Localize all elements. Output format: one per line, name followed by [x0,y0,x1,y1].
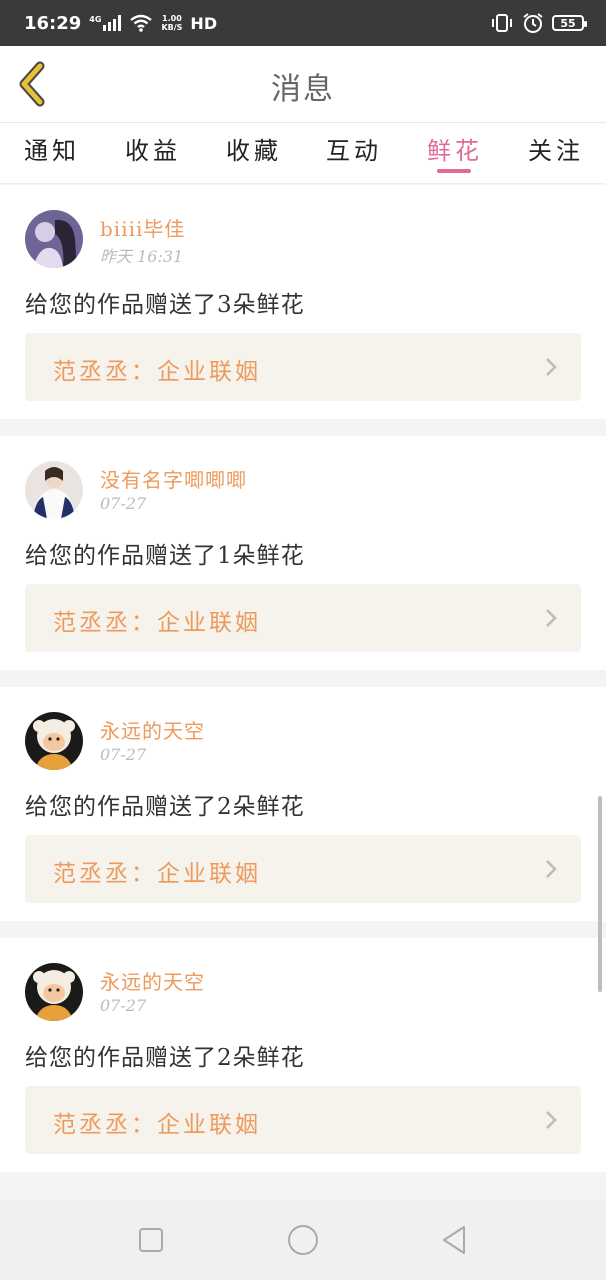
tab-interactions[interactable]: 互动 [326,131,382,166]
message-card: 永远的天空 07-27 给您的作品赠送了2朵鲜花 范丞丞：企业联姻 [0,687,606,921]
tab-favorites[interactable]: 收藏 [226,131,282,166]
tab-flowers[interactable]: 鲜花 [427,131,483,166]
work-title: 范丞丞：企业联姻 [53,359,261,385]
work-link[interactable]: 范丞丞：企业联姻 [25,1086,581,1154]
wifi-icon [130,14,153,32]
message-time: 07-27 [100,494,147,513]
user-name[interactable]: biiii毕佳 [100,213,185,242]
work-title: 范丞丞：企业联姻 [53,1112,261,1138]
scrollbar[interactable] [598,796,602,992]
chevron-right-icon [546,609,557,627]
tab-notifications[interactable]: 通知 [24,131,80,166]
avatar[interactable] [25,963,83,1021]
status-right: 55 [490,12,587,34]
work-link[interactable]: 范丞丞：企业联姻 [25,835,581,903]
avatar-girl-jacket-icon [25,461,83,519]
battery-icon: 55 [552,15,587,31]
avatar[interactable] [25,461,83,519]
clock: 16:29 [24,12,82,34]
avatar-cartoon-sheep-icon [25,712,83,770]
alarm-icon [523,13,543,33]
app-header: 消息 [0,46,606,123]
speed-value: 1.00 [162,14,182,23]
work-link[interactable]: 范丞丞：企业联姻 [25,333,581,401]
chevron-right-icon [546,860,557,878]
message-time: 07-27 [100,745,147,764]
work-link[interactable]: 范丞丞：企业联姻 [25,584,581,652]
avatar-cartoon-sheep-icon [25,963,83,1021]
work-title: 范丞丞：企业联姻 [53,861,261,887]
tab-earnings[interactable]: 收益 [125,131,181,166]
avatar[interactable] [25,210,83,268]
network-speed: 1.00 KB/S [161,14,182,32]
message-card: 永远的天空 07-27 给您的作品赠送了2朵鲜花 范丞丞：企业联姻 [0,938,606,1172]
status-left: 16:29 4G 1.00 KB/S HD [24,13,217,34]
message-text: 给您的作品赠送了2朵鲜花 [25,794,305,820]
status-bar: 16:29 4G 1.00 KB/S HD 55 [0,0,606,46]
message-text: 给您的作品赠送了3朵鲜花 [25,292,305,318]
tab-bar: 通知 收益 收藏 互动 鲜花 关注 [0,123,606,184]
vibrate-icon [492,14,512,32]
back-nav-icon[interactable] [436,1221,474,1259]
work-title: 范丞丞：企业联姻 [53,610,261,636]
message-card: 没有名字唧唧唧 07-27 给您的作品赠送了1朵鲜花 范丞丞：企业联姻 [0,436,606,670]
chevron-right-icon [546,1111,557,1129]
home-icon[interactable] [284,1221,322,1259]
network-type: 4G [89,15,102,24]
user-name[interactable]: 永远的天空 [100,715,205,744]
user-name[interactable]: 永远的天空 [100,966,205,995]
system-nav-bar [0,1199,606,1280]
chevron-right-icon [546,358,557,376]
hd-indicator: HD [190,13,218,33]
avatar[interactable] [25,712,83,770]
message-text: 给您的作品赠送了1朵鲜花 [25,543,305,569]
recent-apps-icon[interactable] [132,1221,170,1259]
message-text: 给您的作品赠送了2朵鲜花 [25,1045,305,1071]
signal-icon: 4G [89,15,122,31]
speed-unit: KB/S [161,23,183,32]
tab-following[interactable]: 关注 [528,131,584,166]
avatar-girl-dark-icon [25,210,83,268]
message-time: 07-27 [100,996,147,1015]
message-time: 昨天 16:31 [100,247,184,266]
user-name[interactable]: 没有名字唧唧唧 [100,464,247,493]
message-card: biiii毕佳 昨天 16:31 给您的作品赠送了3朵鲜花 范丞丞：企业联姻 [0,185,606,419]
active-tab-indicator [437,169,471,173]
page-title: 消息 [271,72,335,107]
